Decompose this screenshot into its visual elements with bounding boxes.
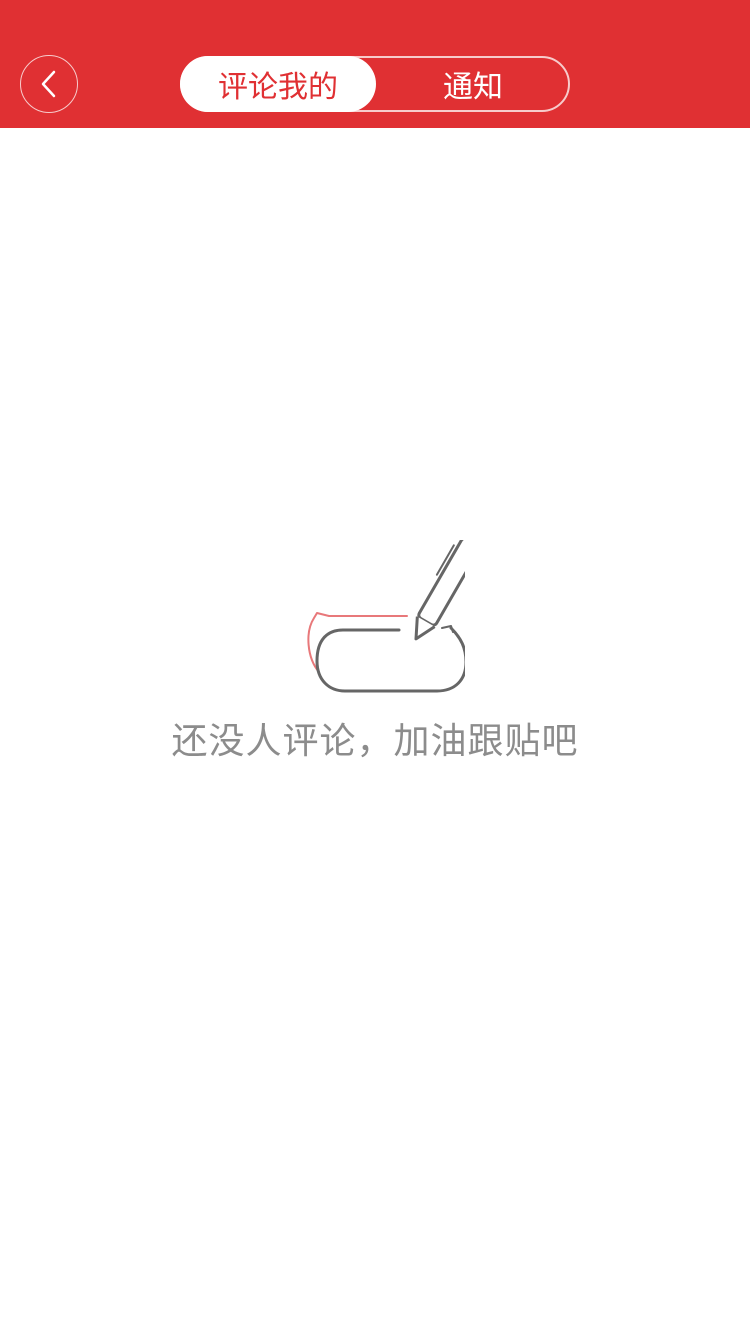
empty-state-message: 还没人评论，加油跟贴吧: [171, 721, 579, 762]
tab-switcher: 评论我的 通知: [180, 56, 570, 112]
tab-notifications[interactable]: 通知: [376, 56, 570, 112]
back-button[interactable]: [20, 55, 78, 113]
tab-comments-to-me[interactable]: 评论我的: [180, 56, 376, 112]
chevron-left-icon: [41, 70, 56, 98]
pen-writing-icon: [307, 540, 465, 693]
empty-state: 还没人评论，加油跟贴吧: [0, 540, 750, 764]
top-bar: 评论我的 通知: [0, 0, 750, 128]
